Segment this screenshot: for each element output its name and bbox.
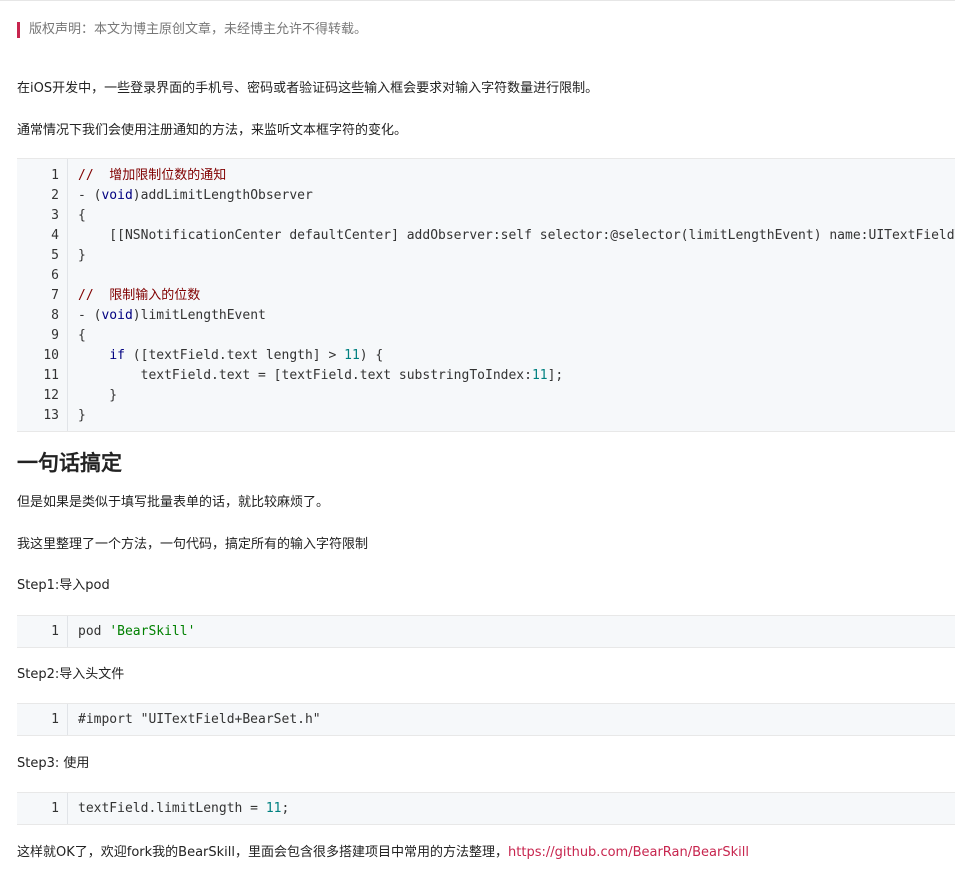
code-number: 11 bbox=[531, 368, 548, 383]
code-block-usage: 1 textField.limitLength = 11; bbox=[17, 792, 955, 825]
line-number-gutter: 1 bbox=[17, 704, 68, 735]
line-number: 1 bbox=[51, 168, 59, 183]
code-block-observer: 1 2 3 4 5 6 7 8 9 10 11 12 13 // 增加限制位数的… bbox=[17, 158, 955, 432]
github-link[interactable]: https://github.com/BearRan/BearSkill bbox=[508, 845, 749, 860]
line-number: 6 bbox=[51, 268, 59, 283]
code-line: // 限制输入的位数 bbox=[78, 286, 200, 306]
code-text: )addLimitLengthObserver bbox=[132, 188, 313, 203]
code-line: // 增加限制位数的通知 bbox=[78, 166, 226, 186]
method-paragraph: 通常情况下我们会使用注册通知的方法，来监听文本框字符的变化。 bbox=[17, 123, 408, 138]
line-number: 13 bbox=[43, 408, 59, 423]
code-number: 11 bbox=[265, 801, 282, 816]
code-keyword: void bbox=[101, 308, 133, 323]
code-line: [[NSNotificationCenter defaultCenter] ad… bbox=[109, 228, 955, 243]
step2-label: Step2:导入头文件 bbox=[17, 667, 125, 682]
code-text: ; bbox=[281, 801, 290, 816]
line-number-gutter: 1 bbox=[17, 616, 68, 647]
code-line: textField.limitLength = 11; bbox=[78, 799, 289, 819]
code-line: #import "UITextField+BearSet.h" bbox=[78, 712, 321, 727]
line-number-gutter: 1 2 3 4 5 6 7 8 9 10 11 12 13 bbox=[17, 159, 68, 431]
code-keyword: if bbox=[109, 348, 125, 363]
batch-form-paragraph: 但是如果是类似于填写批量表单的话，就比较麻烦了。 bbox=[17, 495, 330, 510]
code-comment: // 限制输入的位数 bbox=[78, 288, 201, 303]
step1-label: Step1:导入pod bbox=[17, 578, 110, 593]
line-number: 1 bbox=[51, 624, 59, 639]
solution-paragraph: 我这里整理了一个方法，一句代码，搞定所有的输入字符限制 bbox=[17, 537, 369, 552]
line-number: 12 bbox=[43, 388, 59, 403]
code-line: } bbox=[78, 408, 86, 423]
code-line: } bbox=[78, 388, 118, 403]
code-block-pod: 1 pod 'BearSkill' bbox=[17, 615, 955, 648]
code-text: - ( bbox=[78, 308, 102, 323]
line-number: 8 bbox=[51, 308, 59, 323]
code-text: ) { bbox=[359, 348, 384, 363]
code-line: } bbox=[78, 248, 86, 263]
code-text: pod bbox=[78, 624, 110, 639]
line-number: 7 bbox=[51, 288, 59, 303]
code-line: - (void)limitLengthEvent bbox=[78, 306, 266, 326]
code-keyword: void bbox=[101, 188, 133, 203]
line-number: 4 bbox=[51, 228, 59, 243]
line-number: 9 bbox=[51, 328, 59, 343]
line-number: 10 bbox=[43, 348, 59, 363]
top-divider bbox=[0, 0, 955, 1]
copyright-notice: 版权声明：本文为博主原创文章，未经博主允许不得转载。 bbox=[17, 22, 367, 38]
code-text: textField.limitLength = bbox=[78, 801, 266, 816]
line-number-gutter: 1 bbox=[17, 793, 68, 824]
intro-paragraph: 在iOS开发中，一些登录界面的手机号、密码或者验证码这些输入框会要求对输入字符数… bbox=[17, 81, 599, 96]
code-line: { bbox=[78, 208, 86, 223]
closing-text: 这样就OK了，欢迎fork我的BearSkill，里面会包含很多搭建项目中常用的… bbox=[17, 845, 509, 860]
code-line: if ([textField.text length] > 11) { bbox=[78, 346, 383, 366]
code-line: pod 'BearSkill' bbox=[78, 622, 195, 642]
code-text: ([textField.text length] > bbox=[124, 348, 345, 363]
code-line: { bbox=[78, 328, 86, 343]
code-line: - (void)addLimitLengthObserver bbox=[78, 186, 313, 206]
line-number: 1 bbox=[51, 712, 59, 727]
line-number: 5 bbox=[51, 248, 59, 263]
code-line: textField.text = [textField.text substri… bbox=[78, 366, 564, 386]
code-text: ]; bbox=[547, 368, 564, 383]
code-block-import: 1 #import "UITextField+BearSet.h" bbox=[17, 703, 955, 736]
section-heading: 一句话搞定 bbox=[17, 451, 122, 475]
code-number: 11 bbox=[344, 348, 360, 363]
line-number: 2 bbox=[51, 188, 59, 203]
code-string: 'BearSkill' bbox=[109, 624, 196, 639]
line-number: 11 bbox=[43, 368, 59, 383]
code-text: textField.text = [textField.text substri… bbox=[78, 368, 532, 383]
closing-paragraph: 这样就OK了，欢迎fork我的BearSkill，里面会包含很多搭建项目中常用的… bbox=[17, 844, 749, 862]
code-comment: // 增加限制位数的通知 bbox=[78, 168, 227, 183]
code-text: - ( bbox=[78, 188, 102, 203]
line-number: 3 bbox=[51, 208, 59, 223]
line-number: 1 bbox=[51, 801, 59, 816]
code-text: )limitLengthEvent bbox=[132, 308, 266, 323]
step3-label: Step3: 使用 bbox=[17, 756, 90, 771]
